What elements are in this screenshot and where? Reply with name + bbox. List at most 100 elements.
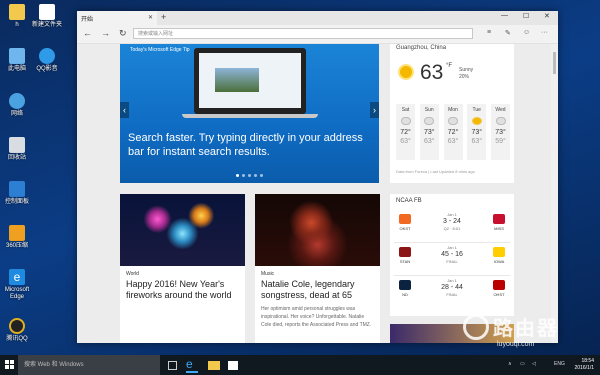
news-title: Natalie Cole, legendary songstress, dead…: [261, 279, 355, 300]
team-logo-icon: [493, 214, 505, 224]
game-row[interactable]: STAN Jan 1 45 - 16 FINAL IOWA: [394, 245, 510, 273]
volume-icon[interactable]: ◁: [532, 361, 536, 367]
hero-headline: Search faster. Try typing directly in yo…: [128, 132, 363, 158]
new-tab-icon[interactable]: +: [161, 12, 166, 22]
cloud-icon: [448, 117, 458, 125]
desktop-icon-recycle-bin[interactable]: 回收站: [0, 137, 34, 162]
ncaa-header: NCAA FB: [396, 198, 422, 204]
desktop-icon-label: Microsoft Edge: [4, 287, 30, 300]
home-team: MISS: [488, 214, 510, 231]
game-info: Jan 13 - 24 Q2 · 8:01: [443, 212, 461, 231]
watermark-text: 路由器: [493, 318, 559, 340]
share-icon[interactable]: ☺: [523, 29, 530, 36]
network-icon: [9, 93, 25, 109]
network-tray-icon[interactable]: ▭: [520, 361, 525, 367]
desktop-icon-new-folder[interactable]: 新建文件夹: [32, 4, 62, 29]
web-note-icon[interactable]: ✎: [505, 29, 511, 37]
team-logo-icon: [399, 247, 411, 257]
sun-icon: [471, 117, 482, 125]
desktop-icon-control-panel[interactable]: 控制面板: [0, 181, 34, 206]
desktop-icon-h[interactable]: h: [0, 4, 34, 29]
edge-icon: e: [9, 269, 25, 285]
desktop-icon-label: 回收站: [7, 155, 26, 161]
desktop-icon-label: h: [15, 22, 19, 28]
hero-tag: Today's Microsoft Edge Tip: [130, 47, 190, 53]
forward-arrow-icon[interactable]: →: [101, 28, 110, 38]
tab-title: 开始: [81, 16, 94, 23]
cloud-icon: [495, 117, 506, 125]
home-team: IOWA: [488, 247, 510, 264]
vertical-scrollbar[interactable]: [551, 44, 558, 343]
recycle-bin-icon: [9, 137, 25, 153]
game-row[interactable]: OKST Jan 13 - 24 Q2 · 8:01 MISS: [394, 212, 510, 240]
forecast-day: Tue 73° 63°: [467, 104, 487, 160]
archive-icon: [9, 225, 25, 241]
game-row[interactable]: ND Jan 1 28 - 44 FINAL OHST: [394, 278, 510, 306]
away-team: ND: [394, 280, 416, 297]
temp-unit: °F: [446, 63, 453, 69]
clock[interactable]: 18:54 2016/1/1: [575, 358, 594, 372]
desktop-icon-label: 此电脑: [7, 66, 26, 72]
edge-tip-hero[interactable]: Today's Microsoft Edge Tip Search faster…: [120, 44, 379, 183]
watermark-sub: luyouqi.com: [497, 341, 535, 348]
task-view-icon[interactable]: [168, 361, 177, 370]
team-logo-icon: [493, 280, 505, 290]
nav-bar: ← → ↻ 搜索或输入网址 ≡ ✎ ☺ ···: [77, 25, 558, 44]
weather-condition: Sunny: [459, 67, 474, 73]
refresh-icon[interactable]: ↻: [119, 28, 127, 39]
carousel-next-icon[interactable]: ›: [370, 102, 379, 118]
cloud-icon: [400, 117, 411, 125]
team-logo-icon: [399, 214, 411, 224]
edge-taskbar-icon[interactable]: e: [186, 357, 198, 373]
hub-icon[interactable]: ≡: [487, 29, 491, 36]
maximize-icon[interactable]: ☐: [523, 12, 529, 20]
watermark-logo-icon: [463, 314, 489, 340]
file-explorer-icon[interactable]: [208, 361, 220, 370]
desktop-icon-edge[interactable]: e Microsoft Edge: [0, 269, 34, 301]
start-windows-icon[interactable]: [5, 360, 15, 370]
desktop-icon-label: QQ影音: [36, 66, 58, 72]
forecast-day: Wed 73° 59°: [491, 104, 510, 160]
computer-icon: [9, 48, 25, 64]
language-indicator[interactable]: ENG: [554, 361, 565, 367]
forecast-day: Mon 72° 63°: [443, 104, 463, 160]
news-snippet: Her optimism amid personal struggles was…: [261, 306, 372, 328]
start-page: Today's Microsoft Edge Tip Search faster…: [77, 44, 558, 343]
tab-bar: 开始 ✕ + — ☐ ✕: [77, 11, 558, 25]
carousel-prev-icon[interactable]: ‹: [120, 102, 129, 118]
news-card[interactable]: World Happy 2016! New Year's fireworks a…: [120, 194, 245, 343]
close-tab-icon[interactable]: ✕: [148, 14, 153, 21]
weather-widget[interactable]: Guangzhou, China 63 °F Sunny 20% Sat 72° 6…: [390, 44, 514, 183]
forecast-day: Sun 73° 63°: [419, 104, 439, 160]
desktop-icon-label: 腾讯QQ: [6, 336, 28, 342]
qq-player-icon: [39, 48, 55, 64]
desktop-icon-360zip[interactable]: 360压缩: [0, 225, 34, 250]
ncaa-scores-widget[interactable]: NCAA FB OKST Jan 13 - 24 Q2 · 8:01 MISS S…: [390, 194, 514, 316]
carousel-dots[interactable]: [236, 174, 263, 177]
watermark: 路由器 luyouqi.com: [463, 312, 593, 356]
fireworks-image: [120, 194, 245, 266]
desktop-icon-network[interactable]: 网络: [0, 93, 34, 118]
forecast-day: Sat 72° 63°: [396, 104, 415, 160]
minimize-icon[interactable]: —: [501, 12, 508, 19]
taskbar-search-box[interactable]: 搜索 Web 和 Windows: [18, 355, 160, 375]
address-placeholder: 搜索或输入网址: [138, 31, 174, 37]
desktop-icon-this-pc[interactable]: 此电脑: [0, 48, 34, 73]
tray-chevron-icon[interactable]: ∧: [508, 361, 512, 367]
more-icon[interactable]: ···: [541, 29, 548, 36]
back-arrow-icon[interactable]: ←: [83, 28, 92, 38]
news-category: World: [126, 271, 139, 277]
desktop-icon-qq[interactable]: 腾讯QQ: [0, 318, 34, 343]
away-team: STAN: [394, 247, 416, 264]
news-card[interactable]: Music Natalie Cole, legendary songstress…: [255, 194, 380, 343]
desktop-icon-qq-player[interactable]: QQ影音: [32, 48, 62, 73]
close-window-icon[interactable]: ✕: [544, 12, 550, 20]
precip-chance: 20%: [459, 74, 470, 80]
desktop-icon-label: 360压缩: [5, 243, 28, 249]
store-icon[interactable]: [228, 361, 238, 370]
taskbar: 搜索 Web 和 Windows e ∧ ▭ ◁ ENG 18:54 2016/…: [0, 355, 600, 375]
folder-icon: [9, 4, 25, 20]
tab-start[interactable]: 开始 ✕: [77, 11, 157, 25]
address-bar[interactable]: 搜索或输入网址: [133, 28, 473, 39]
desktop-icon-label: 网络: [10, 111, 23, 117]
